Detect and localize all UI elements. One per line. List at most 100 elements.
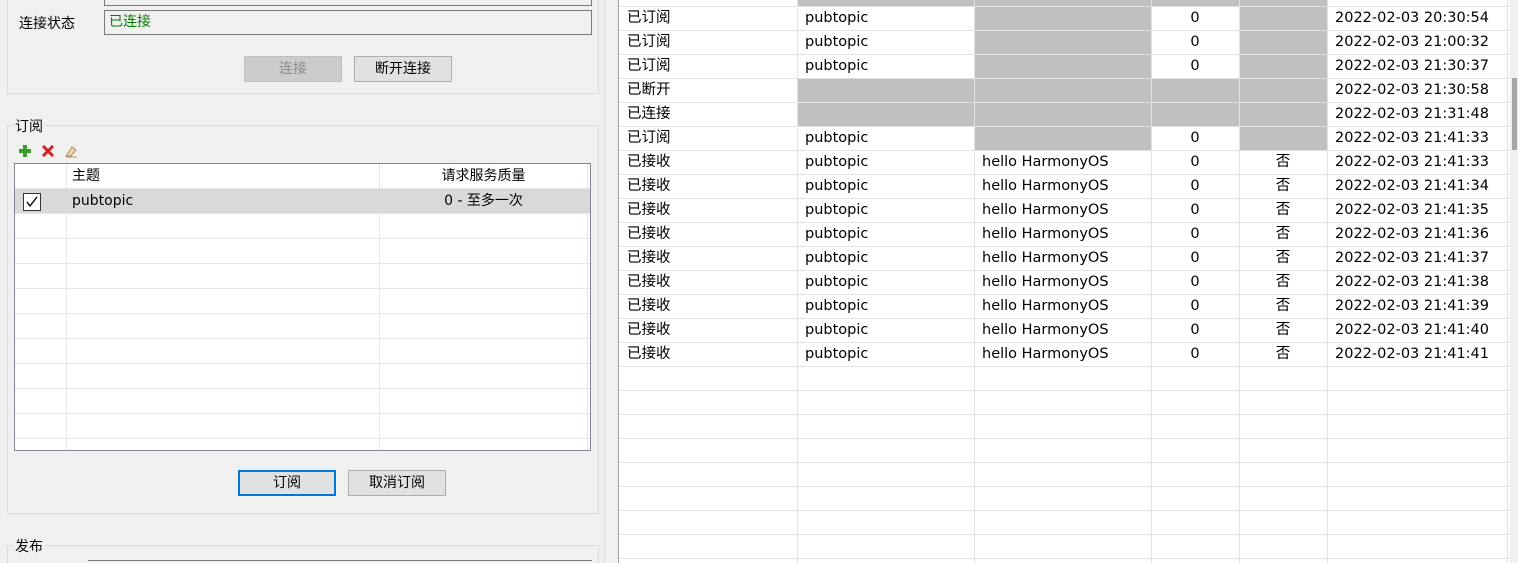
eraser-icon[interactable] [64,144,78,158]
history-cell-topic: pubtopic [805,58,869,74]
history-cell-retained [1240,7,1327,30]
history-row[interactable]: 已接收 pubtopic hello HarmonyOS 0 否 2022-02-03 2… [619,175,1510,199]
history-cell-topic: pubtopic [805,250,869,266]
history-cell-topic: pubtopic [805,178,869,194]
history-cell-topic: pubtopic [805,346,869,362]
history-row[interactable]: 已接收 pubtopic hello HarmonyOS 0 否 2022-02-03 2… [619,223,1510,247]
history-cell-event: 已接收 [627,154,671,170]
column-header-topic[interactable]: 主题 [72,164,372,188]
history-row[interactable]: 已连接 2022-02-03 21:31:48 [619,103,1510,127]
history-cell-event: 已订阅 [627,10,671,26]
history-cell-message: hello HarmonyOS [982,202,1109,218]
subscribe-group-title: 订阅 [13,116,45,136]
history-cell-message: hello HarmonyOS [982,298,1109,314]
history-row-empty [619,415,1510,439]
empty-row [15,239,590,264]
subscription-table-header: 主题 请求服务质量 [15,164,590,189]
connect-button[interactable]: 连接 [244,56,342,82]
history-cell-event: 已接收 [627,322,671,338]
subscription-checkbox[interactable] [23,193,41,211]
history-row-empty [619,463,1510,487]
history-cell-message [975,31,1151,54]
history-cell-event: 已订阅 [627,58,671,74]
empty-row [15,214,590,239]
history-cell-message [975,79,1151,102]
history-row[interactable]: 已订阅 pubtopic 0 2022-02-03 20:30:54 [619,7,1510,31]
history-cell-retained [1240,79,1327,102]
history-cell-qos: 0 [1190,154,1200,170]
history-cell-empty [975,0,1151,6]
history-cell-qos [1152,103,1239,126]
history-row-partial [619,0,1510,7]
host-field[interactable] [104,0,592,6]
history-cell-time: 2022-02-03 21:41:40 [1335,322,1489,338]
history-cell-event: 已接收 [627,250,671,266]
history-cell-qos: 0 [1190,58,1200,74]
history-cell-time: 2022-02-03 21:41:38 [1335,274,1489,290]
history-cell-message [975,127,1151,150]
history-cell-time: 2022-02-03 20:30:54 [1335,10,1489,26]
history-cell-topic [798,103,974,126]
delete-icon[interactable] [41,144,55,158]
subscription-qos[interactable]: 0 - 至多一次 [380,189,587,213]
unsubscribe-button[interactable]: 取消订阅 [348,470,446,496]
history-scrollbar-thumb[interactable] [1512,78,1517,150]
history-cell-message [975,55,1151,78]
history-cell-retained: 否 [1275,274,1291,290]
history-cell-time: 2022-02-03 21:41:33 [1335,154,1489,170]
history-row[interactable]: 已断开 2022-02-03 21:30:58 [619,79,1510,103]
history-cell-time: 2022-02-03 21:41:34 [1335,178,1489,194]
empty-row [15,314,590,339]
subscription-table: 主题 请求服务质量 pubtopic 0 - 至多一次 [14,163,591,451]
subscription-row[interactable]: pubtopic 0 - 至多一次 [15,189,590,214]
add-icon[interactable] [18,143,32,159]
history-cell-time: 2022-02-03 21:41:33 [1335,130,1489,146]
empty-row [15,414,590,439]
history-cell-retained: 否 [1275,202,1291,218]
history-cell-qos: 0 [1190,298,1200,314]
history-row[interactable]: 已接收 pubtopic hello HarmonyOS 0 否 2022-02-03 2… [619,271,1510,295]
history-row[interactable]: 已接收 pubtopic hello HarmonyOS 0 否 2022-02-03 2… [619,247,1510,271]
column-header-qos[interactable]: 请求服务质量 [380,164,587,188]
history-row-empty [619,487,1510,511]
history-cell-qos: 0 [1190,322,1200,338]
status-field: 已连接 [104,10,592,35]
history-cell-qos [1152,79,1239,102]
history-row[interactable]: 已接收 pubtopic hello HarmonyOS 0 否 2022-02-03 2… [619,295,1510,319]
history-cell-retained: 否 [1275,346,1291,362]
history-cell-event: 已接收 [627,202,671,218]
history-row-empty [619,439,1510,463]
history-cell-qos: 0 [1190,346,1200,362]
history-row[interactable]: 已订阅 pubtopic 0 2022-02-03 21:30:37 [619,55,1510,79]
history-cell-retained: 否 [1275,250,1291,266]
status-label: 连接状态 [19,16,75,32]
history-cell-message [975,7,1151,30]
history-cell-retained: 否 [1275,322,1291,338]
disconnect-button[interactable]: 断开连接 [354,56,452,82]
history-cell-retained [1240,127,1327,150]
history-row[interactable]: 已接收 pubtopic hello HarmonyOS 0 否 2022-02-03 2… [619,343,1510,367]
subscribe-button[interactable]: 订阅 [238,470,336,496]
history-row[interactable]: 已订阅 pubtopic 0 2022-02-03 21:41:33 [619,127,1510,151]
history-cell-event: 已订阅 [627,130,671,146]
history-row[interactable]: 已接收 pubtopic hello HarmonyOS 0 否 2022-02-03 2… [619,199,1510,223]
history-cell-retained [1240,55,1327,78]
empty-row [15,364,590,389]
history-row[interactable]: 已接收 pubtopic hello HarmonyOS 0 否 2022-02-03 2… [619,151,1510,175]
history-cell-message: hello HarmonyOS [982,178,1109,194]
history-cell-time: 2022-02-03 21:31:48 [1335,106,1489,122]
pane-splitter[interactable] [604,0,618,563]
history-row[interactable]: 已接收 pubtopic hello HarmonyOS 0 否 2022-02-03 2… [619,319,1510,343]
history-cell-message: hello HarmonyOS [982,322,1109,338]
history-cell-retained: 否 [1275,226,1291,242]
history-row[interactable]: 已订阅 pubtopic 0 2022-02-03 21:00:32 [619,31,1510,55]
history-cell-qos: 0 [1190,226,1200,242]
history-cell-message [975,103,1151,126]
publish-group-title: 发布 [13,536,45,556]
history-cell-event: 已接收 [627,298,671,314]
empty-row [15,289,590,314]
connection-panel: 连接状态 已连接 连接 断开连接 订阅 主题 请求服务质量 pubtopic 0… [0,0,604,563]
history-cell-topic: pubtopic [805,226,869,242]
history-cell-time: 2022-02-03 21:41:39 [1335,298,1489,314]
history-cell-message: hello HarmonyOS [982,346,1109,362]
